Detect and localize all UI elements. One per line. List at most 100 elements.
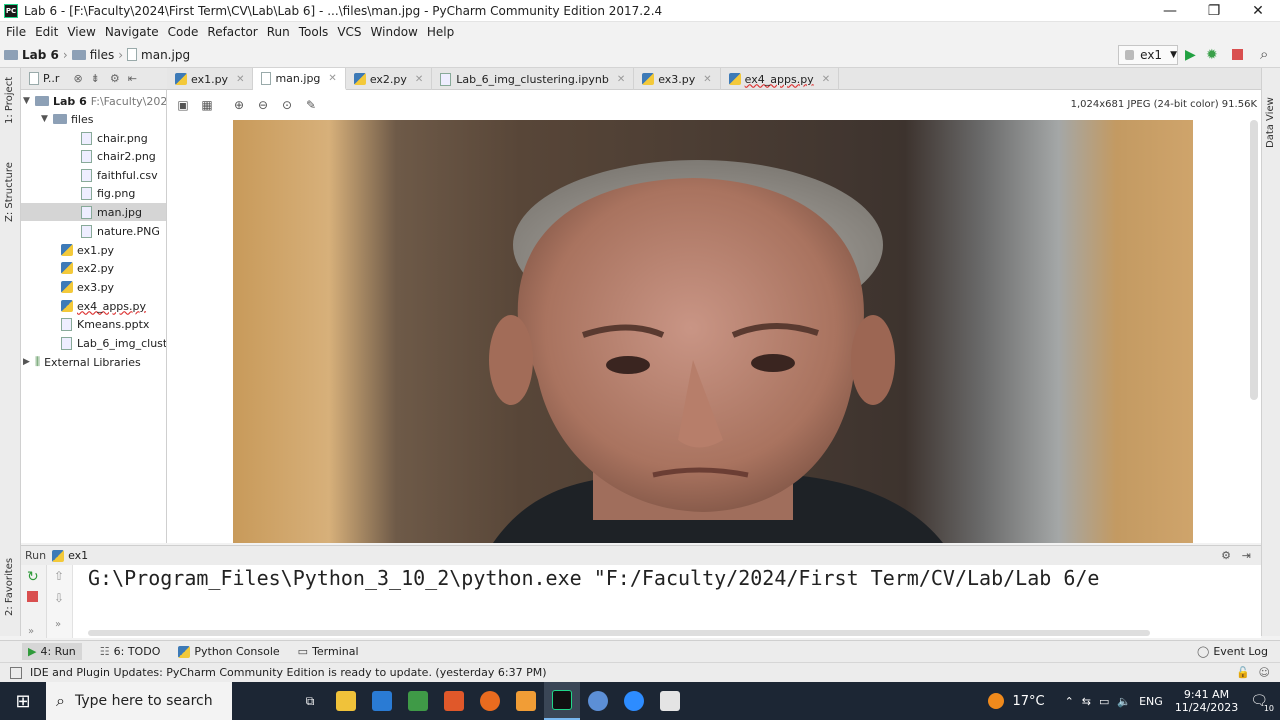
tab-lab6-notebook[interactable]: Lab_6_img_clustering.ipynb ✕ xyxy=(432,68,635,90)
tree-file[interactable]: ex3.py xyxy=(61,278,114,296)
tree-file[interactable]: faithful.csv xyxy=(81,166,158,184)
sync-icon[interactable]: ⊗ xyxy=(73,72,82,85)
network-icon[interactable]: ⇆ xyxy=(1082,695,1091,708)
zoom-icon[interactable] xyxy=(616,682,652,720)
tree-file[interactable]: Lab_6_img_cluster xyxy=(61,334,166,352)
run-panel-config[interactable]: ex1 xyxy=(68,549,88,562)
actual-size-icon[interactable]: ⊙ xyxy=(279,97,295,113)
tab-ex4-apps[interactable]: ex4_apps.py ✕ xyxy=(721,68,840,90)
chevron-right-icon[interactable]: ▶ xyxy=(23,357,35,367)
chevron-up-icon[interactable]: ⌃ xyxy=(1065,695,1074,708)
chevron-down-icon[interactable]: ▼ xyxy=(41,114,53,124)
debug-icon[interactable]: ✹ xyxy=(1206,47,1218,63)
restore-button[interactable]: ❐ xyxy=(1192,0,1236,22)
close-button[interactable]: ✕ xyxy=(1236,0,1280,22)
tree-file[interactable]: chair2.png xyxy=(81,147,156,165)
tool-run-button[interactable]: ▶ 4: Run xyxy=(22,643,82,660)
down-arrow-icon[interactable]: ⇩ xyxy=(54,591,72,605)
notepad-icon[interactable] xyxy=(400,682,436,720)
menu-navigate[interactable]: Navigate xyxy=(105,25,159,39)
battery-icon[interactable]: ▭ xyxy=(1099,695,1109,708)
vertical-scrollbar[interactable] xyxy=(1250,120,1258,400)
up-arrow-icon[interactable]: ⇧ xyxy=(54,569,72,583)
more-icon[interactable]: » xyxy=(28,626,46,637)
tool-python-console-button[interactable]: Python Console xyxy=(178,645,280,658)
tree-folder-files[interactable]: ▼ files xyxy=(41,110,93,128)
menu-vcs[interactable]: VCS xyxy=(337,25,361,39)
project-view-select[interactable]: P..r xyxy=(43,72,59,85)
close-icon[interactable]: ✕ xyxy=(822,74,830,85)
chessboard-icon[interactable]: ▦ xyxy=(199,97,215,113)
tab-ex3[interactable]: ex3.py ✕ xyxy=(634,68,721,90)
menu-edit[interactable]: Edit xyxy=(35,25,58,39)
menu-window[interactable]: Window xyxy=(371,25,418,39)
weather-icon[interactable] xyxy=(988,693,1005,709)
status-message[interactable]: IDE and Plugin Updates: PyCharm Communit… xyxy=(30,666,547,679)
clock[interactable]: 9:41 AM 11/24/2023 xyxy=(1175,688,1238,714)
tree-file[interactable]: chair.png xyxy=(81,129,148,147)
tree-file[interactable]: ex2.py xyxy=(61,259,114,277)
collapse-icon[interactable]: ⇟ xyxy=(91,72,100,85)
close-icon[interactable]: ✕ xyxy=(703,74,711,85)
temperature[interactable]: 17°C xyxy=(1012,694,1044,709)
zoom-out-icon[interactable]: ⊖ xyxy=(255,97,271,113)
tab-man-jpg[interactable]: man.jpg ✕ xyxy=(253,68,346,90)
menu-help[interactable]: Help xyxy=(427,25,454,39)
hide-panel-icon[interactable]: ⇥ xyxy=(1242,549,1251,562)
lock-icon[interactable]: 🔓 xyxy=(1236,666,1250,679)
paint-icon[interactable] xyxy=(652,682,688,720)
minimize-button[interactable]: — xyxy=(1148,0,1192,22)
tree-file[interactable]: fig.png xyxy=(81,184,135,202)
gear-icon[interactable]: ⚙ xyxy=(1221,549,1231,562)
run-configuration-select[interactable]: ex1 ▼ xyxy=(1118,45,1178,65)
notification-center-icon[interactable]: 🗨 10 xyxy=(1250,693,1274,713)
menu-refactor[interactable]: Refactor xyxy=(207,25,257,39)
more-icon[interactable]: » xyxy=(55,619,72,630)
run-icon[interactable]: ▶ xyxy=(1185,47,1196,63)
tree-root[interactable]: ▼ Lab 6 F:\Faculty\2024 xyxy=(23,92,166,110)
tab-ex1[interactable]: ex1.py ✕ xyxy=(167,68,254,90)
zoom-in-icon[interactable]: ⊕ xyxy=(231,97,247,113)
close-icon[interactable]: ✕ xyxy=(328,73,336,84)
tree-file-selected[interactable]: man.jpg xyxy=(21,203,166,221)
mail-icon[interactable] xyxy=(364,682,400,720)
task-view-icon[interactable]: ⧉ xyxy=(292,682,328,720)
menu-view[interactable]: View xyxy=(67,25,95,39)
tab-ex2[interactable]: ex2.py ✕ xyxy=(346,68,433,90)
breadcrumb-project[interactable]: Lab 6 xyxy=(22,48,59,62)
taskbar-search-box[interactable]: ⌕ Type here to search xyxy=(46,682,232,720)
tool-todo-button[interactable]: ☷ 6: TODO xyxy=(100,645,161,658)
gear-icon[interactable]: ⚙ xyxy=(110,72,120,85)
tree-file[interactable]: Kmeans.pptx xyxy=(61,315,149,333)
file-explorer-icon[interactable] xyxy=(328,682,364,720)
tool-structure-label[interactable]: Z: Structure xyxy=(4,162,15,222)
close-icon[interactable]: ✕ xyxy=(415,74,423,85)
close-icon[interactable]: ✕ xyxy=(617,74,625,85)
stop-icon[interactable] xyxy=(1232,49,1243,60)
horizontal-scrollbar[interactable] xyxy=(88,630,1150,636)
grid-toggle-icon[interactable]: ▣ xyxy=(175,97,191,113)
search-icon[interactable]: ⌕ xyxy=(1260,45,1268,63)
menu-file[interactable]: File xyxy=(6,25,26,39)
stop-icon[interactable] xyxy=(27,591,38,602)
hide-panel-icon[interactable]: ⇤ xyxy=(128,72,137,85)
color-picker-icon[interactable]: ✎ xyxy=(303,97,319,113)
tool-terminal-button[interactable]: ▭ Terminal xyxy=(298,645,359,658)
tree-file[interactable]: ex4_apps.py xyxy=(61,297,146,315)
pycharm-taskbar-icon[interactable] xyxy=(544,682,580,720)
tool-data-view-label[interactable]: Data View xyxy=(1265,97,1276,148)
r-icon[interactable] xyxy=(580,682,616,720)
breadcrumb-file[interactable]: man.jpg xyxy=(141,48,190,62)
windows-start-icon[interactable]: ⊞ xyxy=(0,682,46,720)
firefox-icon[interactable] xyxy=(472,682,508,720)
tool-project-label[interactable]: 1: Project xyxy=(4,77,15,124)
inspector-icon[interactable]: ☺ xyxy=(1259,666,1270,679)
language-indicator[interactable]: ENG xyxy=(1139,695,1163,708)
chevron-down-icon[interactable]: ▼ xyxy=(23,96,35,106)
close-icon[interactable]: ✕ xyxy=(236,74,244,85)
menu-run[interactable]: Run xyxy=(267,25,290,39)
tool-favorites-label[interactable]: 2: Favorites xyxy=(4,558,15,616)
matlab-icon[interactable] xyxy=(436,682,472,720)
sublime-icon[interactable] xyxy=(508,682,544,720)
breadcrumb-folder[interactable]: files xyxy=(90,48,115,62)
